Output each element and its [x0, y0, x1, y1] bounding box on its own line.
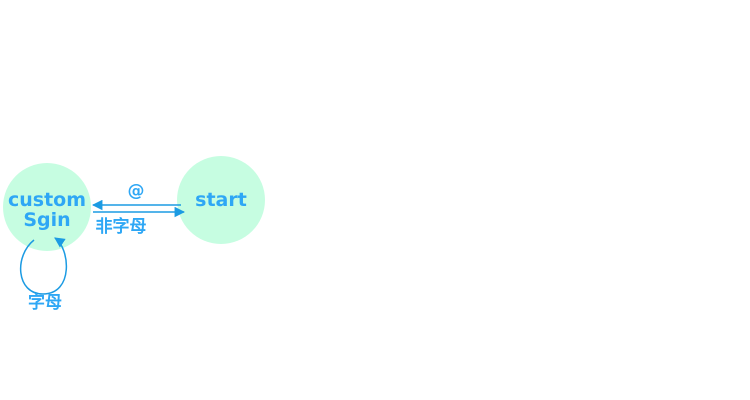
- state-diagram: custom Sgin start @ 非字母 字母: [3, 156, 265, 313]
- node-start-label: start: [195, 189, 247, 211]
- edge-custom-sign-to-start-label: 非字母: [96, 216, 147, 237]
- node-start[interactable]: start: [177, 156, 265, 244]
- edge-custom-sign-self-loop-label: 字母: [28, 292, 62, 313]
- node-custom-sign[interactable]: custom Sgin: [3, 163, 91, 251]
- edge-custom-sign-to-start[interactable]: 非字母: [93, 206, 186, 237]
- edge-start-to-custom-sign-label: @: [128, 181, 145, 201]
- node-custom-sign-label-line1: custom: [8, 189, 86, 211]
- edge-start-to-custom-sign[interactable]: @: [91, 181, 181, 211]
- node-custom-sign-label-line2: Sgin: [23, 209, 70, 231]
